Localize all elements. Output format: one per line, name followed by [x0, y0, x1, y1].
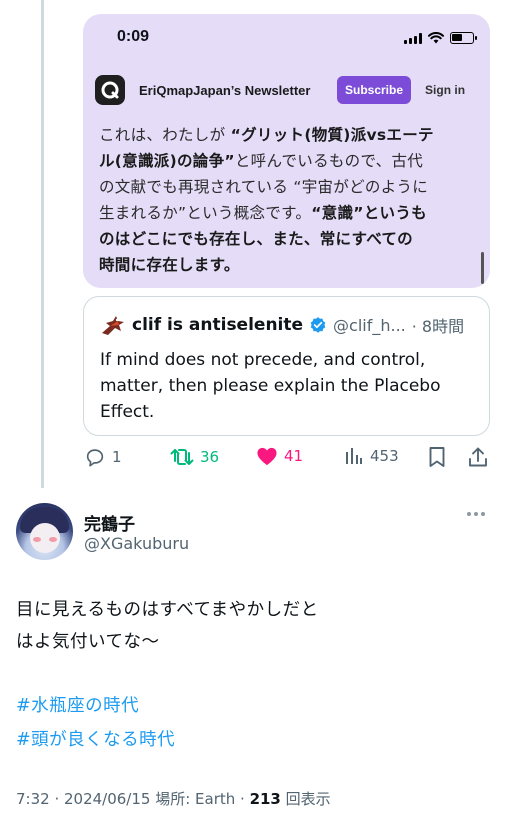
timestamp-location[interactable]: 7:32 · 2024/06/15 場所: Earth ·	[16, 790, 250, 808]
quoted-text-line: Effect.	[100, 402, 155, 422]
hashtag-link[interactable]: #水瓶座の時代	[16, 692, 139, 717]
tweet-text-line: 目に見えるものはすべてまやかしだと	[16, 600, 319, 620]
newsletter-header: EriQmapJapan’s Newsletter Subscribe Sign…	[95, 74, 478, 106]
view-count-label: 回表示	[280, 790, 331, 808]
bird-avatar-icon	[102, 316, 124, 335]
bookmark-icon	[429, 447, 445, 467]
embedded-screenshot[interactable]: 0:09 EriQmapJapan’s Newsletter Subscribe	[83, 14, 490, 288]
author-name[interactable]: 完鶴子	[84, 510, 135, 535]
newsletter-body-line: 生まれるか”という概念です。“意識”というも	[99, 200, 473, 226]
bold-text-run: “グリット(物質)派vsエーテ	[230, 126, 434, 144]
signal-icon	[404, 32, 422, 44]
analytics-icon	[346, 448, 362, 464]
tweet-meta: 7:32 · 2024/06/15 場所: Earth · 213 回表示	[16, 788, 331, 809]
text-run: と呼んでいるもので、古代	[234, 152, 424, 170]
newsletter-body-line: のはどこにでも存在し、また、常にすべての	[99, 226, 473, 252]
like-count: 41	[284, 447, 304, 465]
quoted-text-line: matter, then please explain the Placebo	[100, 376, 441, 396]
share-button[interactable]	[468, 446, 488, 468]
reply-button[interactable]: 1	[84, 446, 122, 468]
bold-text-run: 時間に存在します。	[99, 256, 240, 274]
quoted-tweet-card[interactable]: clif is antiselenite @clif_h... · 8時間 If…	[83, 296, 490, 436]
tweet-actions: 1 36 41 453	[84, 446, 490, 472]
text-run: 生まれるか”という概念です。	[99, 204, 312, 222]
newsletter-body-line: の文献でも再現されている “宇宙がどのように	[99, 174, 473, 200]
repost-count: 36	[200, 448, 220, 466]
text-run: の文献でも再現されている “宇宙がどのように	[99, 178, 429, 196]
newsletter-body-text: これは、わたしが “グリット(物質)派vsエーテ ル(意識派)の論争”と呼んでいる…	[99, 122, 473, 278]
author-handle[interactable]: @XGakuburu	[84, 534, 189, 553]
tweet-page: 0:09 EriQmapJapan’s Newsletter Subscribe	[0, 0, 505, 813]
text-run: これは、わたしが	[99, 126, 231, 144]
bookmark-button[interactable]	[428, 446, 446, 468]
newsletter-body-line: 時間に存在します。	[99, 252, 473, 278]
avatar[interactable]	[16, 503, 73, 560]
newsletter-logo-icon	[95, 75, 125, 105]
newsletter-body-line: ル(意識派)の論争”と呼んでいるもので、古代	[99, 148, 473, 174]
newsletter-body-line: これは、わたしが “グリット(物質)派vsエーテ	[99, 122, 473, 148]
tweet-text: 目に見えるものはすべてまやかしだと はよ気付いてな〜	[16, 594, 319, 658]
thread-line	[41, 0, 44, 488]
quoted-author-handle: @clif_h...	[333, 315, 406, 335]
scrollbar[interactable]	[481, 252, 484, 284]
share-icon	[469, 447, 487, 467]
view-count-number: 213	[249, 790, 281, 808]
quoted-tweet-text: If mind does not precede, and control, m…	[100, 347, 480, 425]
quoted-author-name[interactable]: clif is antiselenite	[132, 315, 303, 335]
heart-icon	[257, 447, 277, 466]
repost-button[interactable]: 36	[170, 446, 219, 468]
quoted-text-line: If mind does not precede, and control,	[100, 350, 426, 370]
subscribe-button[interactable]: Subscribe	[337, 76, 412, 104]
hashtag-link[interactable]: #頭が良くなる時代	[16, 726, 175, 751]
status-time: 0:09	[117, 28, 150, 45]
more-options-icon[interactable]	[467, 512, 489, 518]
status-icons	[404, 32, 477, 44]
view-count: 453	[370, 447, 399, 465]
reply-count: 1	[112, 448, 122, 466]
newsletter-name: EriQmapJapan’s Newsletter	[139, 82, 311, 98]
quoted-tweet-header: clif is antiselenite @clif_h... · 8時間	[100, 313, 464, 337]
quoted-tweet-time: · 8時間	[411, 317, 465, 336]
bold-text-run: のはどこにでも存在し、また、常にすべての	[99, 230, 413, 248]
views-button[interactable]: 453	[344, 446, 399, 466]
bold-text-run: “意識”というも	[311, 204, 427, 222]
reply-icon	[86, 449, 104, 467]
sign-in-link[interactable]: Sign in	[425, 83, 465, 97]
tweet-text-line: はよ気付いてな〜	[16, 632, 160, 652]
battery-icon	[450, 32, 477, 44]
repost-icon	[170, 449, 194, 465]
bold-text-run: ル(意識派)の論争”	[99, 152, 235, 170]
like-button[interactable]: 41	[256, 446, 303, 466]
verified-badge-icon	[310, 317, 326, 333]
wifi-icon	[428, 32, 444, 44]
